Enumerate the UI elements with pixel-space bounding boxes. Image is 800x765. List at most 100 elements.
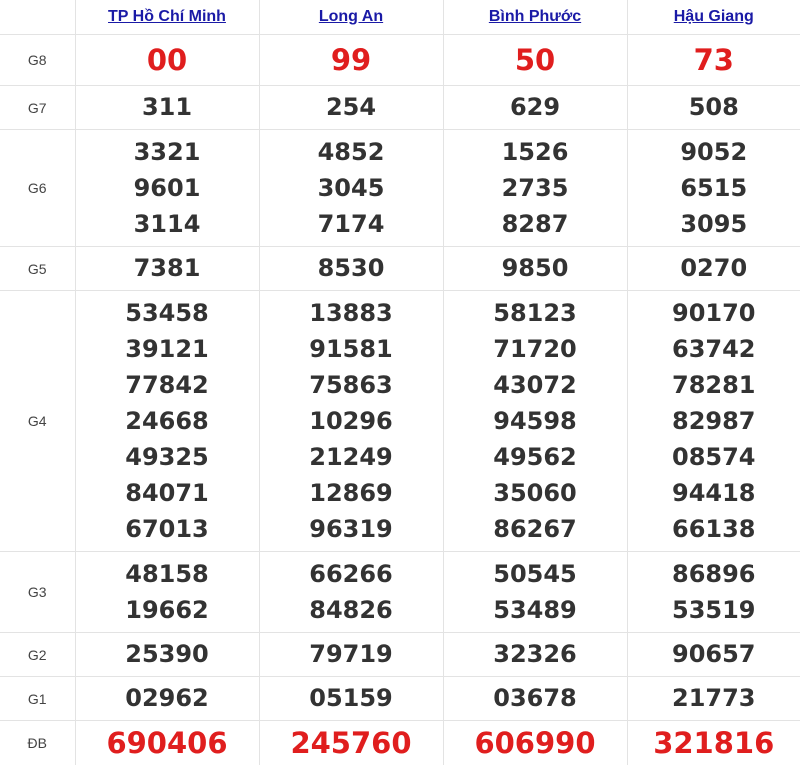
province-link-long-an[interactable]: Long An — [319, 8, 383, 25]
prize-cell: 508 — [627, 86, 800, 130]
prize-number: 9052 — [628, 134, 800, 170]
province-header: Hậu Giang — [627, 0, 800, 35]
prize-label: G5 — [0, 247, 75, 291]
province-header-row: TP Hồ Chí Minh Long An Bình Phước Hậu Gi… — [0, 0, 800, 35]
prize-number: 08574 — [628, 439, 800, 475]
prize-number: 0270 — [628, 247, 800, 290]
prize-cell: 152627358287 — [443, 130, 627, 247]
prize-cell: 905265153095 — [627, 130, 800, 247]
prize-cell: 254 — [259, 86, 443, 130]
prize-cell: 321816 — [627, 721, 800, 765]
prize-number: 91581 — [260, 331, 443, 367]
prize-row: G800995073 — [0, 35, 800, 86]
prize-cell: 32326 — [443, 633, 627, 677]
prize-label-header — [0, 0, 75, 35]
prize-number: 86896 — [628, 556, 800, 592]
prize-cell: 25390 — [75, 633, 259, 677]
prize-number: 48158 — [76, 556, 259, 592]
prize-number: 3114 — [76, 206, 259, 242]
prize-number: 9601 — [76, 170, 259, 206]
prize-cell: 21773 — [627, 677, 800, 721]
prize-row: ĐB690406245760606990321816 — [0, 721, 800, 765]
province-link-tp-ho-chi-minh[interactable]: TP Hồ Chí Minh — [108, 8, 226, 25]
prize-number: 86267 — [444, 511, 627, 547]
prize-number: 10296 — [260, 403, 443, 439]
prize-number: 35060 — [444, 475, 627, 511]
prize-number: 6515 — [628, 170, 800, 206]
special-prize-number: 690406 — [76, 721, 259, 765]
special-prize-number: 606990 — [444, 721, 627, 765]
prize-number: 73 — [628, 35, 800, 85]
special-prize-number: 245760 — [260, 721, 443, 765]
prize-number: 03678 — [444, 677, 627, 720]
prize-number: 12869 — [260, 475, 443, 511]
prize-row: G57381853098500270 — [0, 247, 800, 291]
prize-row: G225390797193232690657 — [0, 633, 800, 677]
prize-label: ĐB — [0, 721, 75, 765]
prize-number: 84826 — [260, 592, 443, 628]
prize-number: 21249 — [260, 439, 443, 475]
prize-label: G2 — [0, 633, 75, 677]
prize-cell: 53458391217784224668493258407167013 — [75, 291, 259, 552]
prize-cell: 0270 — [627, 247, 800, 291]
prize-number: 7381 — [76, 247, 259, 290]
province-link-binh-phuoc[interactable]: Bình Phước — [489, 8, 581, 25]
prize-cell: 13883915817586310296212491286996319 — [259, 291, 443, 552]
prize-number: 32326 — [444, 633, 627, 676]
prize-number: 99 — [260, 35, 443, 85]
prize-number: 78281 — [628, 367, 800, 403]
province-link-hau-giang[interactable]: Hậu Giang — [674, 8, 754, 25]
prize-cell: 7381 — [75, 247, 259, 291]
prize-cell: 50 — [443, 35, 627, 86]
prize-number: 24668 — [76, 403, 259, 439]
prize-cell: 02962 — [75, 677, 259, 721]
prize-number: 7174 — [260, 206, 443, 242]
prize-cell: 245760 — [259, 721, 443, 765]
prize-cell: 03678 — [443, 677, 627, 721]
prize-number: 50545 — [444, 556, 627, 592]
prize-number: 3095 — [628, 206, 800, 242]
prize-label: G6 — [0, 130, 75, 247]
prize-number: 49325 — [76, 439, 259, 475]
province-header: Bình Phước — [443, 0, 627, 35]
prize-number: 90657 — [628, 633, 800, 676]
prize-number: 49562 — [444, 439, 627, 475]
prize-number: 66138 — [628, 511, 800, 547]
prize-cell: 90657 — [627, 633, 800, 677]
prize-cell: 90170637427828182987085749441866138 — [627, 291, 800, 552]
prize-row: G453458391217784224668493258407167013138… — [0, 291, 800, 552]
prize-label: G4 — [0, 291, 75, 552]
province-header: Long An — [259, 0, 443, 35]
prize-cell: 629 — [443, 86, 627, 130]
prize-number: 53519 — [628, 592, 800, 628]
prize-cell: 73 — [627, 35, 800, 86]
prize-row: G633219601311448523045717415262735828790… — [0, 130, 800, 247]
prize-number: 43072 — [444, 367, 627, 403]
prize-number: 71720 — [444, 331, 627, 367]
prize-number: 75863 — [260, 367, 443, 403]
prize-number: 58123 — [444, 295, 627, 331]
prize-number: 90170 — [628, 295, 800, 331]
prize-number: 00 — [76, 35, 259, 85]
prize-cell: 9850 — [443, 247, 627, 291]
prize-number: 629 — [444, 86, 627, 129]
prize-number: 05159 — [260, 677, 443, 720]
prize-number: 2735 — [444, 170, 627, 206]
prize-number: 84071 — [76, 475, 259, 511]
prize-cell: 690406 — [75, 721, 259, 765]
prize-row: G7311254629508 — [0, 86, 800, 130]
prize-number: 8287 — [444, 206, 627, 242]
prize-number: 50 — [444, 35, 627, 85]
prize-number: 3321 — [76, 134, 259, 170]
prize-cell: 6626684826 — [259, 552, 443, 633]
prize-number: 3045 — [260, 170, 443, 206]
prize-cell: 79719 — [259, 633, 443, 677]
prize-number: 254 — [260, 86, 443, 129]
prize-number: 8530 — [260, 247, 443, 290]
prize-label: G3 — [0, 552, 75, 633]
prize-row: G348158196626626684826505455348986896535… — [0, 552, 800, 633]
prize-number: 311 — [76, 86, 259, 129]
prize-number: 13883 — [260, 295, 443, 331]
prize-number: 77842 — [76, 367, 259, 403]
prize-number: 25390 — [76, 633, 259, 676]
